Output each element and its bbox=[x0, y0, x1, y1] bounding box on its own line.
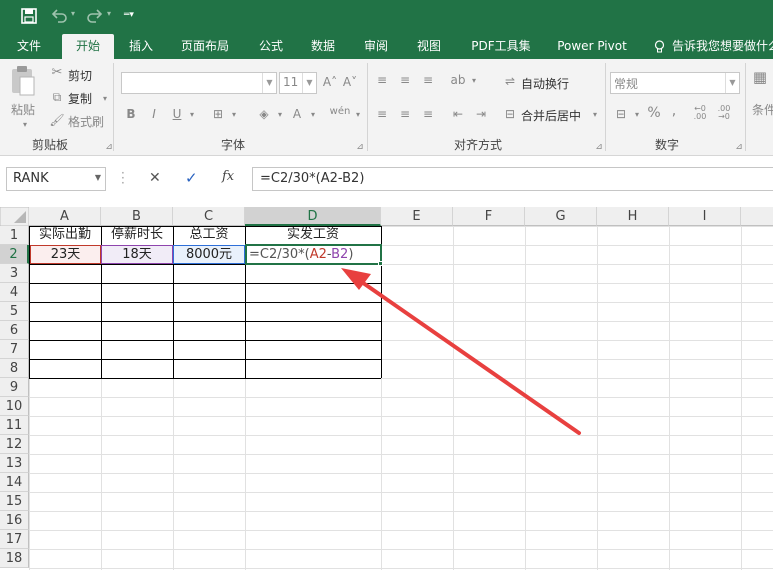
format-painter-button[interactable]: 格式刷 bbox=[68, 113, 104, 130]
phonetic-dropdown-icon[interactable]: ▾ bbox=[350, 107, 366, 123]
comma-button[interactable]: , bbox=[666, 103, 682, 119]
font-group-label: 字体 bbox=[221, 138, 246, 152]
shrink-font-icon[interactable]: A˅ bbox=[342, 74, 358, 90]
align-top-icon[interactable]: ≡ bbox=[374, 72, 390, 88]
redo-icon[interactable] bbox=[86, 8, 104, 24]
orientation-icon[interactable]: ab bbox=[450, 72, 466, 88]
fill-dropdown-icon[interactable]: ▾ bbox=[272, 107, 288, 123]
number-format-combo[interactable]: 常规 ▼ bbox=[610, 72, 740, 94]
underline-icon[interactable]: U bbox=[169, 106, 185, 122]
tab-power-pivot[interactable]: Power Pivot bbox=[550, 34, 634, 59]
clipboard-launcher-icon[interactable]: ⊿ bbox=[101, 139, 117, 155]
copy-button[interactable]: 复制 bbox=[68, 90, 92, 107]
undo-icon[interactable] bbox=[50, 8, 68, 24]
lightbulb-icon bbox=[654, 40, 665, 53]
separator bbox=[113, 63, 114, 151]
phonetic-guide-icon[interactable]: wén bbox=[329, 104, 351, 120]
accounting-dropdown-icon[interactable]: ▾ bbox=[629, 107, 645, 123]
decrease-decimal-icon[interactable]: .00 →0 bbox=[713, 105, 735, 121]
redo-dropdown-icon[interactable]: ▾ bbox=[107, 9, 111, 18]
tell-me-search[interactable]: 告诉我您想要做什么 bbox=[668, 34, 773, 59]
increase-indent-icon[interactable]: ⇥ bbox=[473, 106, 489, 122]
annotation-arrow-icon bbox=[341, 268, 581, 435]
accounting-format-icon[interactable]: ⊟ bbox=[613, 106, 629, 122]
align-bottom-icon[interactable]: ≡ bbox=[420, 72, 436, 88]
borders-icon[interactable]: ⊞ bbox=[210, 106, 226, 122]
merge-dropdown-icon[interactable]: ▾ bbox=[587, 107, 603, 123]
tab-pdf-tools[interactable]: PDF工具集 bbox=[466, 34, 536, 59]
number-format-value: 常规 bbox=[614, 77, 639, 91]
customize-qat-icon[interactable]: ═▾ bbox=[124, 10, 134, 20]
save-icon[interactable] bbox=[20, 7, 38, 25]
copy-icon: ⧉ bbox=[52, 90, 62, 104]
ribbon-tabs: 文件 开始 插入 页面布局 公式 数据 审阅 视图 PDF工具集 Power P… bbox=[0, 34, 773, 59]
wrap-text-icon: ⇌ bbox=[504, 74, 516, 88]
grow-font-icon[interactable]: A˄ bbox=[322, 74, 338, 90]
alignment-group-label: 对齐方式 bbox=[454, 138, 503, 152]
more-options-icon[interactable]: · · · bbox=[121, 167, 125, 189]
paste-icon[interactable] bbox=[10, 65, 36, 97]
worksheet-grid[interactable]: A B C D E F G H I 1 2 3 4 5 6 7 8 9 10 1… bbox=[0, 202, 773, 570]
separator bbox=[605, 63, 606, 151]
tab-review[interactable]: 审阅 bbox=[355, 34, 397, 59]
font-size-combo[interactable]: 11 ▼ bbox=[279, 72, 317, 94]
name-box-dropdown-icon[interactable]: ▼ bbox=[95, 173, 101, 182]
align-right-icon[interactable]: ≡ bbox=[420, 106, 436, 122]
merge-center-button[interactable]: 合并后居中 bbox=[521, 107, 581, 124]
number-group-label: 数字 bbox=[655, 138, 680, 152]
clipboard-group-label: 剪贴板 bbox=[32, 138, 69, 152]
quick-access-toolbar: ▾ ▾ ═▾ bbox=[0, 0, 773, 34]
tab-view[interactable]: 视图 bbox=[408, 34, 450, 59]
cut-button[interactable]: 剪切 bbox=[68, 67, 92, 84]
paste-dropdown-icon[interactable]: ▾ bbox=[17, 117, 33, 133]
tab-formulas[interactable]: 公式 bbox=[250, 34, 292, 59]
enter-icon[interactable]: ✓ bbox=[185, 169, 198, 187]
italic-icon[interactable]: I bbox=[146, 106, 162, 122]
formula-input[interactable]: =C2/30*(A2-B2) bbox=[252, 167, 773, 191]
font-name-combo[interactable]: ▼ bbox=[121, 72, 277, 94]
tab-file[interactable]: 文件 bbox=[8, 34, 50, 59]
underline-dropdown-icon[interactable]: ▾ bbox=[184, 107, 200, 123]
ribbon-home: 粘贴 ▾ ✂ 剪切 ⧉ 复制 ▾ 🖌 格式刷 剪贴板 ⊿ ▼ 11 ▼ A˄ A˅… bbox=[0, 59, 773, 156]
copy-dropdown-icon[interactable]: ▾ bbox=[97, 91, 113, 107]
font-color-icon[interactable]: A bbox=[289, 106, 305, 122]
align-middle-icon[interactable]: ≡ bbox=[397, 72, 413, 88]
fill-color-icon[interactable]: ◈ bbox=[256, 106, 272, 122]
tab-home[interactable]: 开始 bbox=[62, 34, 114, 59]
orientation-dropdown-icon[interactable]: ▾ bbox=[466, 73, 482, 89]
paste-label[interactable]: 粘贴 bbox=[11, 101, 35, 118]
name-box[interactable]: RANK ▼ bbox=[6, 167, 106, 191]
tab-data[interactable]: 数据 bbox=[302, 34, 344, 59]
merge-center-icon: ⊟ bbox=[504, 107, 516, 121]
conditional-format-button[interactable]: 条件 bbox=[752, 101, 773, 118]
align-left-icon[interactable]: ≡ bbox=[374, 106, 390, 122]
separator bbox=[367, 63, 368, 151]
bold-icon[interactable]: B bbox=[123, 106, 139, 122]
cancel-icon[interactable]: ✕ bbox=[149, 170, 161, 186]
font-launcher-icon[interactable]: ⊿ bbox=[352, 139, 368, 155]
percent-button[interactable]: % bbox=[646, 105, 662, 121]
scissors-icon: ✂ bbox=[51, 65, 63, 80]
align-center-icon[interactable]: ≡ bbox=[397, 106, 413, 122]
conditional-format-icon[interactable]: ▦ bbox=[752, 69, 768, 85]
tab-insert[interactable]: 插入 bbox=[120, 34, 162, 59]
tab-page-layout[interactable]: 页面布局 bbox=[172, 34, 238, 59]
insert-function-button[interactable]: fx bbox=[222, 169, 234, 184]
font-color-dropdown-icon[interactable]: ▾ bbox=[305, 107, 321, 123]
formula-text: =C2/30*(A2-B2) bbox=[260, 171, 365, 186]
formula-bar-area: RANK ▼ · · · ✕ ✓ fx =C2/30*(A2-B2) bbox=[0, 156, 773, 202]
increase-decimal-icon[interactable]: ←0.00 bbox=[689, 105, 711, 121]
decrease-indent-icon[interactable]: ⇤ bbox=[450, 106, 466, 122]
separator bbox=[745, 63, 746, 151]
borders-dropdown-icon[interactable]: ▾ bbox=[226, 107, 242, 123]
font-size-value: 11 bbox=[283, 75, 299, 89]
wrap-text-button[interactable]: 自动换行 bbox=[521, 75, 569, 92]
undo-dropdown-icon[interactable]: ▾ bbox=[71, 9, 75, 18]
name-box-value: RANK bbox=[13, 171, 49, 186]
chevron-down-icon: ▼ bbox=[262, 73, 276, 93]
chevron-down-icon: ▼ bbox=[302, 73, 316, 93]
format-painter-icon: 🖌 bbox=[49, 113, 65, 127]
chevron-down-icon: ▼ bbox=[725, 73, 739, 93]
